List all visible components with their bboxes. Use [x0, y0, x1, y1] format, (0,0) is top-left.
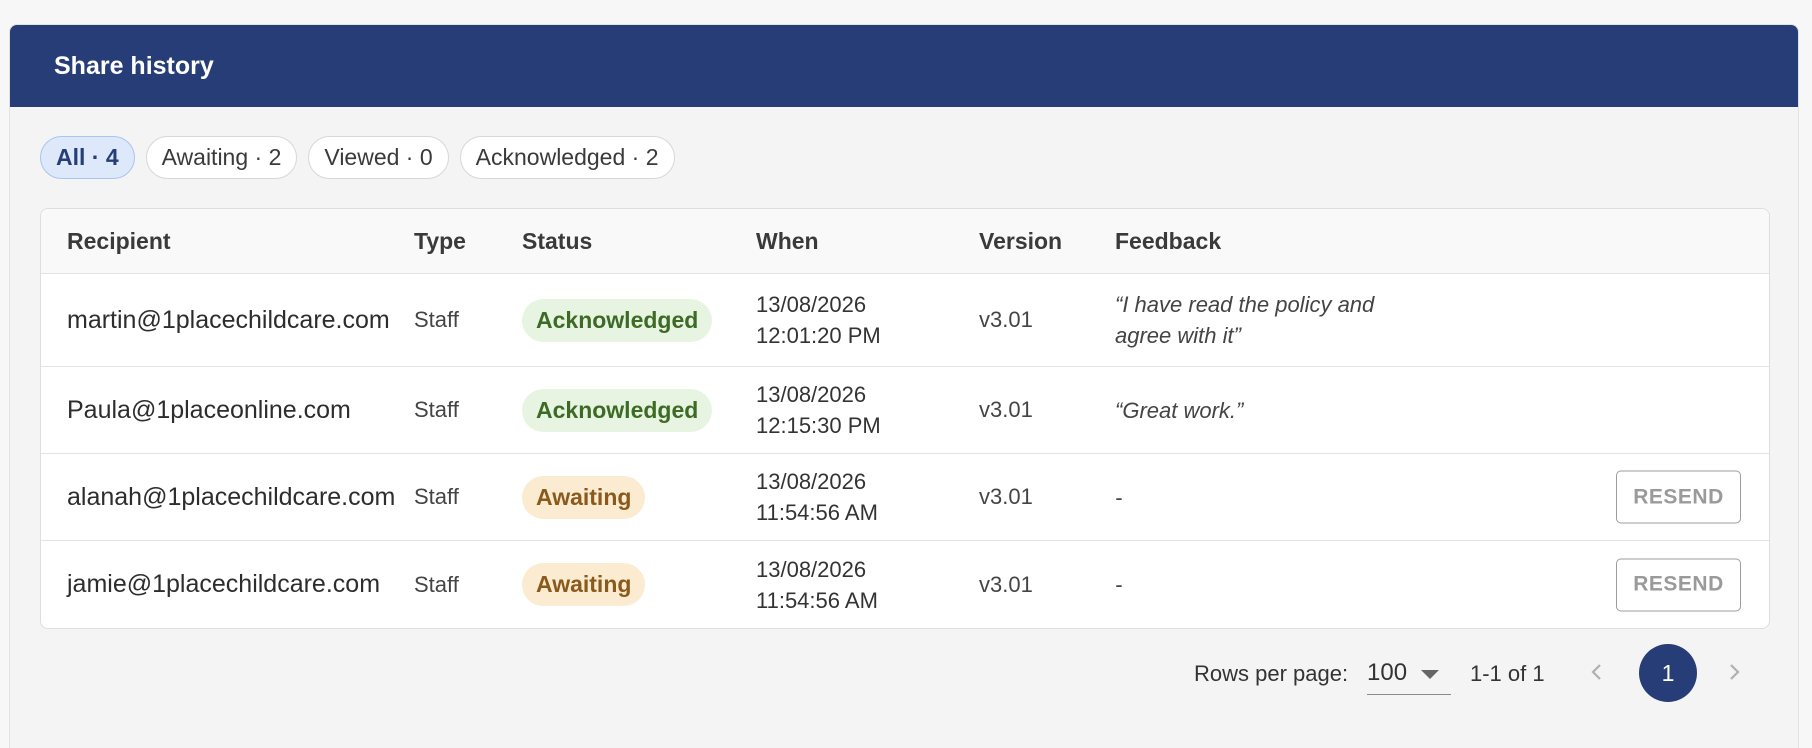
column-header-recipient[interactable]: Recipient — [67, 209, 171, 274]
status-badge: Awaiting — [522, 563, 646, 606]
caret-down-icon — [1421, 670, 1439, 679]
version: v3.01 — [979, 484, 1033, 509]
rows-per-page-label: Rows per page: — [1194, 661, 1349, 686]
share-time: 11:54:56 AM — [756, 500, 878, 525]
next-page-button[interactable] — [1720, 658, 1748, 686]
status-cell: Acknowledged — [522, 274, 713, 366]
table-header: Recipient Type Status When Version Feedb… — [41, 209, 1769, 274]
column-header-type[interactable]: Type — [414, 209, 466, 274]
status-badge: Acknowledged — [522, 298, 713, 342]
column-header-feedback[interactable]: Feedback — [1115, 209, 1221, 274]
status-cell: Awaiting — [522, 541, 646, 628]
card-title: Share history — [54, 51, 214, 80]
recipient-type: Staff — [414, 571, 459, 597]
share-history-card: Share history All · 4 Awaiting · 2 Viewe… — [9, 24, 1799, 748]
share-time: 11:54:56 AM — [756, 587, 878, 613]
table-row[interactable]: Paula@1placeonline.com Staff Acknowledge… — [41, 367, 1769, 454]
rows-per-page-value: 100 — [1367, 659, 1408, 686]
filter-chip-awaiting[interactable]: Awaiting · 2 — [145, 136, 298, 179]
resend-button[interactable]: RESEND — [1616, 558, 1741, 611]
table-row[interactable]: alanah@1placechildcare.com Staff Awaitin… — [41, 454, 1769, 541]
feedback-cell: - — [1115, 541, 1385, 628]
share-time: 12:15:30 PM — [756, 413, 881, 438]
column-header-version[interactable]: Version — [979, 209, 1062, 274]
recipient-type: Staff — [414, 397, 459, 422]
page-range-text: 1-1 of 1 — [1470, 661, 1545, 686]
version: v3.01 — [979, 397, 1033, 422]
recipient-email: alanah@1placechildcare.com — [67, 482, 396, 511]
share-time: 12:01:20 PM — [756, 323, 881, 348]
chevron-right-icon — [1730, 664, 1740, 680]
previous-page-button[interactable] — [1583, 658, 1611, 686]
chevron-left-icon — [1591, 664, 1601, 680]
table-row[interactable]: martin@1placechildcare.com Staff Acknowl… — [41, 274, 1769, 367]
when-cell: 13/08/2026 11:54:56 AM — [756, 541, 878, 628]
table-pagination: Rows per page: 100 1-1 of 1 1 — [0, 644, 1812, 704]
filter-chip-acknowledged[interactable]: Acknowledged · 2 — [459, 136, 675, 179]
recipient-email: martin@1placechildcare.com — [67, 305, 390, 334]
card-header: Share history — [10, 25, 1798, 107]
when-cell: 13/08/2026 12:01:20 PM — [756, 274, 881, 366]
page-button-current[interactable]: 1 — [1639, 644, 1697, 702]
version: v3.01 — [979, 571, 1033, 597]
rows-per-page-select[interactable]: 100 — [1367, 652, 1451, 695]
feedback-cell: - — [1115, 454, 1385, 540]
feedback-text: “Great work.” — [1115, 397, 1244, 423]
recipient-email: Paula@1placeonline.com — [67, 395, 351, 424]
filter-chip-viewed[interactable]: Viewed · 0 — [308, 136, 449, 179]
feedback-text: - — [1115, 572, 1123, 597]
when-cell: 13/08/2026 11:54:56 AM — [756, 454, 878, 540]
when-cell: 13/08/2026 12:15:30 PM — [756, 367, 881, 453]
status-badge: Awaiting — [522, 475, 646, 519]
share-date: 13/08/2026 — [756, 469, 867, 494]
feedback-text: “I have read the policy and agree with i… — [1115, 292, 1375, 348]
column-header-status[interactable]: Status — [522, 209, 592, 274]
status-cell: Acknowledged — [522, 367, 713, 453]
resend-button[interactable]: RESEND — [1616, 470, 1741, 524]
feedback-cell: “Great work.” — [1115, 367, 1385, 453]
status-cell: Awaiting — [522, 454, 646, 540]
recipient-type: Staff — [414, 307, 459, 332]
recipient-type: Staff — [414, 484, 459, 509]
feedback-text: - — [1115, 484, 1123, 510]
status-filter-chips: All · 4 Awaiting · 2 Viewed · 0 Acknowle… — [40, 136, 675, 179]
filter-chip-all[interactable]: All · 4 — [40, 136, 135, 179]
recipient-email: jamie@1placechildcare.com — [67, 570, 381, 598]
status-badge: Acknowledged — [522, 388, 713, 432]
column-header-when[interactable]: When — [756, 209, 819, 274]
share-date: 13/08/2026 — [756, 382, 867, 407]
feedback-cell: “I have read the policy and agree with i… — [1115, 274, 1385, 366]
table-row[interactable]: jamie@1placechildcare.com Staff Awaiting… — [41, 541, 1769, 628]
share-date: 13/08/2026 — [756, 556, 867, 582]
share-date: 13/08/2026 — [756, 292, 867, 317]
version: v3.01 — [979, 307, 1033, 332]
share-history-table: Recipient Type Status When Version Feedb… — [40, 208, 1770, 629]
